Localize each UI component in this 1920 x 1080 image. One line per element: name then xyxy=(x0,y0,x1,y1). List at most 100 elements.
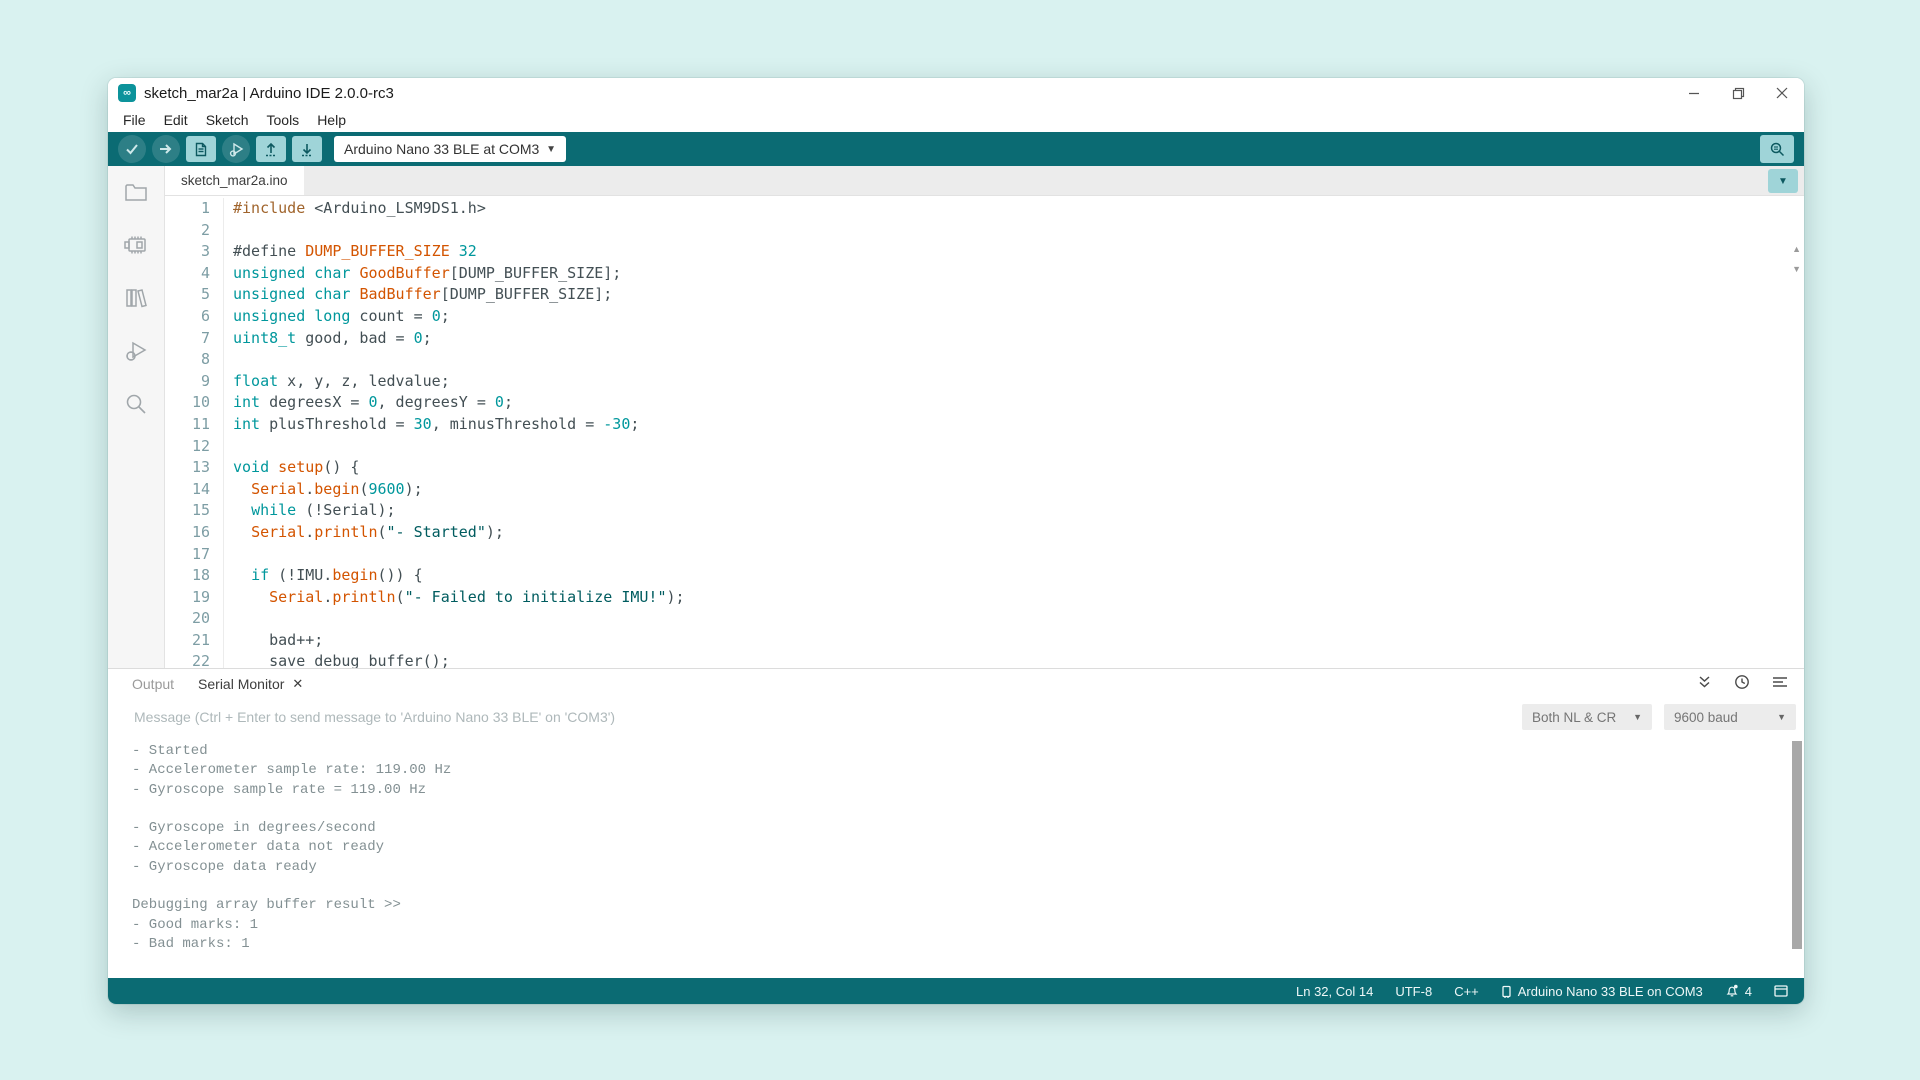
code-text: bad++; xyxy=(223,630,323,652)
line-ending-select[interactable]: Both NL & CR ▼ xyxy=(1522,704,1652,730)
line-number: 12 xyxy=(165,436,223,458)
code-line: 9float x, y, z, ledvalue; xyxy=(165,371,1804,393)
arduino-logo-icon: ∞ xyxy=(118,84,136,102)
tab-sketch[interactable]: sketch_mar2a.ino xyxy=(165,166,304,195)
menu-help[interactable]: Help xyxy=(308,112,355,128)
line-number: 2 xyxy=(165,220,223,242)
line-number: 10 xyxy=(165,392,223,414)
code-text xyxy=(223,220,242,242)
code-text xyxy=(223,608,242,630)
code-line: 7uint8_t good, bad = 0; xyxy=(165,328,1804,350)
timestamp-clock-icon[interactable] xyxy=(1734,674,1750,695)
tab-output-label: Output xyxy=(132,676,174,692)
import-button[interactable] xyxy=(292,136,322,162)
toolbar: Arduino Nano 33 BLE at COM3 ▼ xyxy=(108,132,1804,166)
code-text: save_debug_buffer(); xyxy=(223,651,450,668)
chevron-down-icon: ▼ xyxy=(1777,712,1786,722)
code-line: 21 bad++; xyxy=(165,630,1804,652)
chevron-down-icon: ▼ xyxy=(1633,712,1642,722)
status-bar: Ln 32, Col 14 UTF-8 C++ Arduino Nano 33 … xyxy=(108,978,1804,1004)
serial-output-line: - Gyroscope in degrees/second xyxy=(132,819,1804,838)
close-button[interactable] xyxy=(1760,78,1804,108)
restore-button[interactable] xyxy=(1716,78,1760,108)
export-button[interactable] xyxy=(256,136,286,162)
serial-message-input[interactable] xyxy=(132,708,1522,726)
serial-output-line: - Started xyxy=(132,742,1804,761)
scroll-marker-down-icon: ▼ xyxy=(1792,264,1801,274)
code-text: Serial.begin(9600); xyxy=(223,479,423,501)
board-selector[interactable]: Arduino Nano 33 BLE at COM3 ▼ xyxy=(334,136,566,162)
line-number: 14 xyxy=(165,479,223,501)
serial-output-line: - Good marks: 1 xyxy=(132,916,1804,935)
editor-overview-ruler[interactable]: ▲ ▼ xyxy=(1792,244,1801,274)
boards-manager-icon[interactable] xyxy=(123,232,149,258)
notifications-count: 4 xyxy=(1745,984,1752,999)
line-number: 13 xyxy=(165,457,223,479)
line-number: 11 xyxy=(165,414,223,436)
cursor-position: Ln 32, Col 14 xyxy=(1296,984,1373,999)
serial-scrollbar-thumb[interactable] xyxy=(1792,741,1802,949)
menu-sketch[interactable]: Sketch xyxy=(197,112,258,128)
code-line: 11int plusThreshold = 30, minusThreshold… xyxy=(165,414,1804,436)
minimize-button[interactable] xyxy=(1672,78,1716,108)
tab-output[interactable]: Output xyxy=(132,676,174,692)
clear-output-icon[interactable] xyxy=(1772,675,1788,694)
code-line: 17 xyxy=(165,544,1804,566)
code-line: 15 while (!Serial); xyxy=(165,500,1804,522)
sketchbook-folder-icon[interactable] xyxy=(123,179,149,205)
line-number: 1 xyxy=(165,198,223,220)
sidebar xyxy=(108,166,165,668)
new-sketch-button[interactable] xyxy=(186,136,216,162)
serial-output-line: - Gyroscope sample rate = 119.00 Hz xyxy=(132,781,1804,800)
board-status[interactable]: Arduino Nano 33 BLE on COM3 xyxy=(1501,984,1703,999)
code-editor[interactable]: 1#include <Arduino_LSM9DS1.h>2 3#define … xyxy=(165,196,1804,668)
baud-rate-select[interactable]: 9600 baud ▼ xyxy=(1664,704,1796,730)
collapse-panel-icon[interactable] xyxy=(1697,675,1712,694)
tab-serial-monitor[interactable]: Serial Monitor ✕ xyxy=(198,676,303,692)
serial-monitor-button[interactable] xyxy=(1760,135,1794,163)
serial-output-line: - Gyroscope data ready xyxy=(132,858,1804,877)
code-line: 16 Serial.println("- Started"); xyxy=(165,522,1804,544)
close-icon[interactable]: ✕ xyxy=(292,676,303,692)
menu-tools[interactable]: Tools xyxy=(258,112,309,128)
line-number: 21 xyxy=(165,630,223,652)
verify-button[interactable] xyxy=(118,135,146,163)
serial-tabbar: Output Serial Monitor ✕ xyxy=(108,669,1804,699)
menu-edit[interactable]: Edit xyxy=(155,112,197,128)
library-manager-icon[interactable] xyxy=(123,285,149,311)
code-text: uint8_t good, bad = 0; xyxy=(223,328,432,350)
menu-file[interactable]: File xyxy=(114,112,155,128)
code-text: int plusThreshold = 30, minusThreshold =… xyxy=(223,414,639,436)
serial-output-line: - Bad marks: 1 xyxy=(132,935,1804,954)
line-ending-value: Both NL & CR xyxy=(1532,710,1616,725)
board-status-label: Arduino Nano 33 BLE on COM3 xyxy=(1518,984,1703,999)
toggle-panel-button[interactable] xyxy=(1774,985,1788,997)
code-line: 20 xyxy=(165,608,1804,630)
code-line: 19 Serial.println("- Failed to initializ… xyxy=(165,587,1804,609)
notifications-button[interactable]: 4 xyxy=(1725,984,1752,999)
line-number: 4 xyxy=(165,263,223,285)
baud-rate-value: 9600 baud xyxy=(1674,710,1738,725)
scroll-marker-up-icon: ▲ xyxy=(1792,244,1801,254)
window-title: sketch_mar2a | Arduino IDE 2.0.0-rc3 xyxy=(144,85,394,102)
code-text: Serial.println("- Failed to initialize I… xyxy=(223,587,685,609)
bell-icon xyxy=(1725,984,1739,998)
code-line: 12 xyxy=(165,436,1804,458)
code-text: unsigned char GoodBuffer[DUMP_BUFFER_SIZ… xyxy=(223,263,621,285)
line-number: 5 xyxy=(165,284,223,306)
tab-sketch-label: sketch_mar2a.ino xyxy=(181,173,288,188)
code-line: 10int degreesX = 0, degreesY = 0; xyxy=(165,392,1804,414)
code-line: 8 xyxy=(165,349,1804,371)
tab-list-dropdown-button[interactable]: ▼ xyxy=(1768,169,1798,193)
line-number: 3 xyxy=(165,241,223,263)
code-text: int degreesX = 0, degreesY = 0; xyxy=(223,392,513,414)
debug-button[interactable] xyxy=(222,135,250,163)
debug-sidebar-icon[interactable] xyxy=(123,338,149,364)
code-text: Serial.println("- Started"); xyxy=(223,522,504,544)
menu-bar: FileEditSketchToolsHelp xyxy=(108,108,1804,132)
code-text: void setup() { xyxy=(223,457,359,479)
search-icon[interactable] xyxy=(123,391,149,417)
upload-button[interactable] xyxy=(152,135,180,163)
board-icon xyxy=(1501,985,1512,998)
serial-output[interactable]: - Started- Accelerometer sample rate: 11… xyxy=(108,735,1804,978)
